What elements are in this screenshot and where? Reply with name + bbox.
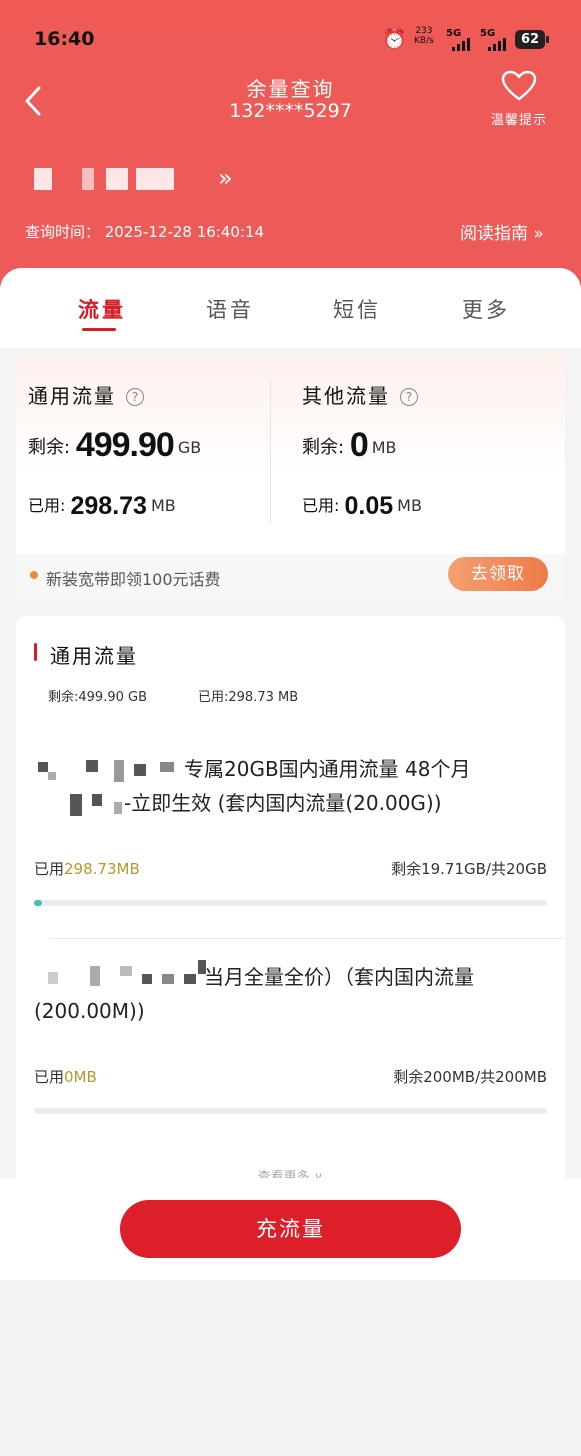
net-speed-unit: KB/s — [414, 36, 434, 46]
promo-banner: 新装宽带即领100元话费 去领取 — [16, 554, 565, 598]
detail-remain-summary: 剩余:499.90 GB — [48, 690, 147, 705]
claim-button[interactable]: 去领取 — [448, 557, 548, 591]
tip-label: 温馨提示 — [490, 113, 547, 128]
other-remain-value: 0 — [349, 426, 369, 464]
help-icon[interactable]: ? — [126, 388, 144, 406]
bullet-dot-icon — [30, 571, 38, 579]
package-used: 已用298.73MB — [34, 860, 140, 878]
other-data-title: 其他流量? — [302, 380, 418, 409]
masked-account-name — [34, 168, 174, 192]
tab-voice[interactable]: 语音 — [206, 294, 254, 324]
net-speed: 233 KB/s — [414, 26, 434, 46]
status-bar: 16:40 ⏰ 233 KB/s 5G 5G 62 — [0, 0, 581, 78]
package-used: 已用0MB — [34, 1068, 97, 1086]
signal-bars-icon — [488, 37, 506, 51]
tip-button[interactable]: 温馨提示 — [486, 70, 552, 128]
tab-data[interactable]: 流量 — [78, 294, 126, 324]
active-tab-indicator — [82, 328, 116, 331]
content-sheet: 流量 语音 短信 更多 通用流量? 剩余: 499.90 GB 已用: 298.7… — [0, 268, 581, 1280]
summary-card: 通用流量? 剩余: 499.90 GB 已用: 298.73 MB 其他流量? 剩余… — [16, 354, 565, 598]
help-icon[interactable]: ? — [400, 388, 418, 406]
package-item: 专属20GB国内通用流量 48个月 -立即生效 (套内国内流量(20.00G))… — [34, 752, 547, 952]
general-data-title: 通用流量? — [28, 380, 144, 409]
status-time: 16:40 — [34, 28, 95, 50]
other-data-column: 其他流量? 剩余: 0 MB 已用: 0.05 MB — [290, 354, 550, 550]
general-used-value: 298.73 — [70, 492, 147, 520]
tab-bar: 流量 语音 短信 更多 — [0, 268, 581, 348]
other-used: 已用: 0.05 MB — [302, 492, 422, 520]
detail-title: 通用流量 — [50, 644, 138, 668]
package-name: 当月全量全价）（套内国内流量 (200.00M)) — [34, 965, 474, 1023]
general-remain-value: 499.90 — [75, 426, 175, 464]
net-speed-value: 233 — [415, 26, 433, 36]
header-background: 16:40 ⏰ 233 KB/s 5G 5G 62 余量查询 132****529… — [0, 0, 581, 300]
other-remain: 剩余: 0 MB — [302, 426, 397, 464]
promo-text: 新装宽带即领100元话费 — [46, 570, 221, 589]
package-name: 专属20GB国内通用流量 48个月 -立即生效 (套内国内流量(20.00G)) — [124, 757, 471, 815]
package-remain: 剩余200MB/共200MB — [393, 1068, 547, 1086]
section-marker — [34, 643, 37, 661]
package-progress-bar — [34, 900, 547, 906]
double-chevron-right-icon[interactable]: » — [218, 164, 233, 192]
package-used-value: 0MB — [64, 1068, 97, 1086]
package-used-value: 298.73MB — [64, 860, 140, 878]
alarm-icon: ⏰ — [382, 27, 407, 51]
reading-guide-link[interactable]: 阅读指南 » — [460, 219, 544, 244]
column-divider — [270, 380, 271, 524]
bottom-bar: 充流量 — [0, 1178, 581, 1280]
battery-icon: 62 — [515, 30, 549, 49]
general-used: 已用: 298.73 MB — [28, 492, 176, 520]
general-remain: 剩余: 499.90 GB — [28, 426, 202, 464]
tab-sms[interactable]: 短信 — [333, 294, 381, 324]
recharge-data-button[interactable]: 充流量 — [120, 1200, 461, 1258]
package-remain: 剩余19.71GB/共20GB — [391, 860, 547, 878]
heart-icon — [486, 70, 552, 109]
signal-bars-icon — [452, 37, 470, 51]
detail-used-summary: 已用:298.73 MB — [198, 690, 299, 705]
package-progress-bar — [34, 1108, 547, 1114]
package-progress-fill — [34, 900, 42, 906]
query-time: 查询时间： 2025-12-28 16:40:14 — [25, 223, 265, 241]
general-data-column: 通用流量? 剩余: 499.90 GB 已用: 298.73 MB — [16, 354, 276, 550]
tab-more[interactable]: 更多 — [462, 294, 510, 324]
other-used-value: 0.05 — [344, 492, 394, 520]
package-item: 当月全量全价）（套内国内流量 (200.00M)) 已用0MB 剩余200MB/… — [34, 960, 547, 1160]
